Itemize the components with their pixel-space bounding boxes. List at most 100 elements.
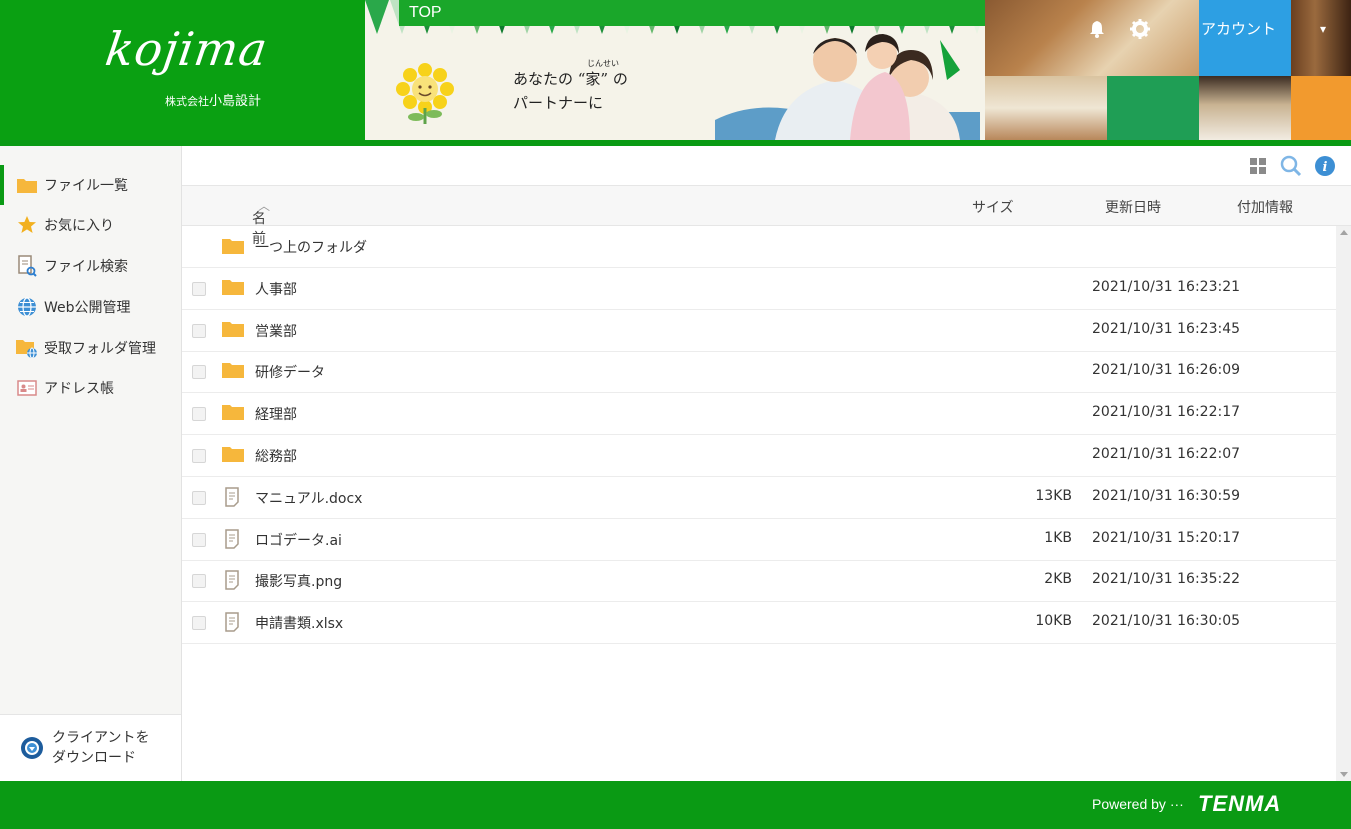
logo-sub-small: 株式会社 <box>165 95 209 108</box>
sidebar-item-address-book[interactable]: アドレス帳 <box>0 368 181 408</box>
column-size-header[interactable]: サイズ <box>972 197 1014 217</box>
table-row[interactable]: 総務部 2021/10/31 16:22:07 <box>182 435 1336 477</box>
sidebar-item-receive-folder[interactable]: 受取フォルダ管理 <box>0 328 181 368</box>
globe-icon <box>16 296 38 318</box>
address-book-icon <box>16 377 38 399</box>
sidebar-item-label: アドレス帳 <box>44 381 114 397</box>
table-header: 名前 ︿ サイズ 更新日時 付加情報 <box>182 186 1351 247</box>
account-label: アカウント <box>1201 21 1277 38</box>
row-checkbox[interactable] <box>192 407 206 421</box>
info-icon[interactable]: i <box>1314 155 1336 177</box>
file-list: 一つ上のフォルダ 人事部 2021/10/31 16:23:21 営業部 2021/1… <box>182 226 1336 781</box>
file-name[interactable]: 撮影写真.png <box>255 571 342 591</box>
row-checkbox[interactable] <box>192 491 206 505</box>
sidebar-item-favorites[interactable]: お気に入り <box>0 205 181 245</box>
bunting-flag <box>365 0 389 34</box>
file-name[interactable]: 人事部 <box>255 279 297 299</box>
scroll-down-arrow[interactable] <box>1340 772 1348 777</box>
sidebar-item-label: Web公開管理 <box>44 300 131 316</box>
table-row[interactable]: 人事部 2021/10/31 16:23:21 <box>182 268 1336 310</box>
architecture-photos <box>985 0 1351 140</box>
family-photo <box>715 34 980 140</box>
folder-icon <box>222 239 244 254</box>
row-checkbox[interactable] <box>192 574 206 588</box>
folder-icon <box>222 363 244 378</box>
sidebar-item-file-list[interactable]: ファイル一覧 <box>0 165 181 205</box>
download-globe-icon <box>21 737 43 759</box>
row-checkbox[interactable] <box>192 282 206 296</box>
header: kojima 株式会社小島設計 TOP じんせい あなたの “家” の パートナ <box>0 0 1351 146</box>
file-name[interactable]: 経理部 <box>255 404 297 424</box>
file-size: 10KB <box>1035 613 1072 629</box>
banner-tagline-line1-text: あなたの “家” の <box>513 70 628 88</box>
banner-tagline-line1: じんせい あなたの “家” の <box>513 59 628 89</box>
sidebar-item-label: ファイル検索 <box>44 259 128 275</box>
file-name[interactable]: 研修データ <box>255 362 325 382</box>
table-row[interactable]: 営業部 2021/10/31 16:23:45 <box>182 310 1336 352</box>
column-extra-header[interactable]: 付加情報 <box>1237 197 1293 217</box>
sidebar-item-web-publish[interactable]: Web公開管理 <box>0 287 181 327</box>
file-name[interactable]: 総務部 <box>255 446 297 466</box>
receive-folder-icon <box>16 337 38 359</box>
sidebar: ファイル一覧 お気に入り ファイル検索 Web公開管理 受取フォルダ管理 アドレ… <box>0 146 182 781</box>
green-tile <box>1107 76 1199 140</box>
table-row[interactable]: 撮影写真.png 2KB 2021/10/31 16:35:22 <box>182 560 1336 602</box>
folder-icon <box>222 280 244 295</box>
account-button[interactable]: アカウント <box>1199 0 1291 76</box>
file-name[interactable]: 申請書類.xlsx <box>255 613 343 633</box>
row-checkbox[interactable] <box>192 616 206 630</box>
interior-photo-2 <box>1199 76 1291 140</box>
folder-icon <box>16 174 38 196</box>
gear-icon[interactable] <box>1125 14 1155 44</box>
file-search-icon <box>16 255 38 277</box>
table-row[interactable]: 経理部 2021/10/31 16:22:17 <box>182 393 1336 435</box>
file-updated-date: 2021/10/31 16:26:09 <box>1092 362 1241 378</box>
row-checkbox[interactable] <box>192 365 206 379</box>
row-checkbox[interactable] <box>192 324 206 338</box>
table-row[interactable]: ロゴデータ.ai 1KB 2021/10/31 15:20:17 <box>182 519 1336 561</box>
sidebar-item-label: 受取フォルダ管理 <box>44 341 156 357</box>
company-logo[interactable]: kojima 株式会社小島設計 <box>0 0 365 140</box>
column-updated-header[interactable]: 更新日時 <box>1105 197 1161 217</box>
file-name[interactable]: 営業部 <box>255 321 297 341</box>
row-checkbox[interactable] <box>192 533 206 547</box>
file-size: 1KB <box>1044 530 1072 546</box>
client-download-text: クライアントを ダウンロード <box>52 728 149 768</box>
sidebar-item-label: ファイル一覧 <box>44 178 128 194</box>
file-size: 2KB <box>1044 571 1072 587</box>
file-updated-date: 2021/10/31 16:22:07 <box>1092 446 1241 462</box>
top-link-label: TOP <box>409 4 442 21</box>
bell-icon[interactable] <box>1082 14 1112 44</box>
table-row[interactable]: マニュアル.docx 13KB 2021/10/31 16:30:59 <box>182 477 1336 519</box>
chevron-down-icon[interactable]: ▾ <box>1320 22 1326 36</box>
file-updated-date: 2021/10/31 16:23:21 <box>1092 279 1241 295</box>
parent-folder-row[interactable]: 一つ上のフォルダ <box>182 226 1336 268</box>
scroll-up-arrow[interactable] <box>1340 230 1348 235</box>
file-updated-date: 2021/10/31 16:30:05 <box>1092 613 1241 629</box>
footer: Powered by ··· TENMA <box>0 781 1351 829</box>
column-name-header[interactable]: 名前 ︿ <box>252 197 270 247</box>
sidebar-item-label: お気に入り <box>44 218 114 234</box>
file-updated-date: 2021/10/31 16:35:22 <box>1092 571 1241 587</box>
table-row[interactable]: 申請書類.xlsx 10KB 2021/10/31 16:30:05 <box>182 602 1336 644</box>
table-row[interactable]: 研修データ 2021/10/31 16:26:09 <box>182 351 1336 393</box>
main-content: i 名前 ︿ サイズ 更新日時 付加情報 一つ上のフォルダ 人事部 2021/10… <box>182 146 1351 781</box>
powered-by-text: Powered by ··· <box>1092 796 1184 812</box>
banner-tagline-line2: パートナーに <box>513 94 604 112</box>
sidebar-item-file-search[interactable]: ファイル検索 <box>0 246 181 286</box>
interior-room-photo <box>985 76 1107 140</box>
document-icon <box>225 487 239 507</box>
folder-icon <box>222 322 244 337</box>
file-size: 13KB <box>1035 488 1072 504</box>
file-name[interactable]: ロゴデータ.ai <box>255 530 342 550</box>
document-icon <box>225 570 239 590</box>
grid-view-icon[interactable] <box>1247 155 1269 177</box>
vertical-scrollbar[interactable] <box>1336 226 1351 781</box>
client-download-button[interactable]: クライアントを ダウンロード <box>0 714 181 781</box>
document-icon <box>225 612 239 632</box>
file-name[interactable]: マニュアル.docx <box>255 488 362 508</box>
folder-icon <box>222 405 244 420</box>
row-checkbox[interactable] <box>192 449 206 463</box>
search-icon[interactable] <box>1280 155 1302 177</box>
file-updated-date: 2021/10/31 16:22:17 <box>1092 404 1241 420</box>
